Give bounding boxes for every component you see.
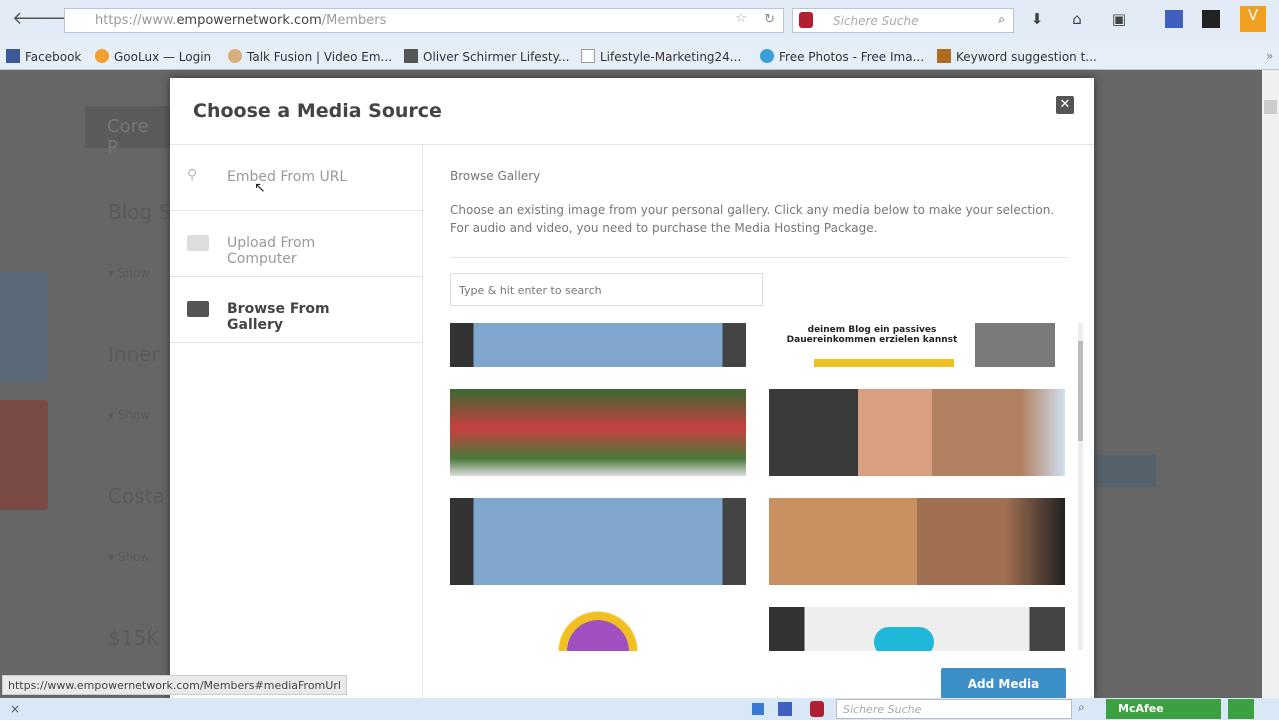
bg-heading: Costa <box>108 484 165 508</box>
url-path: /Members <box>321 13 387 28</box>
search-icon[interactable]: ⌕ <box>998 12 1005 27</box>
section-title: Browse Gallery <box>450 169 541 183</box>
source-label: Upload From Computer <box>227 235 316 267</box>
addon-icon[interactable] <box>1228 699 1254 719</box>
gallery-description: Choose an existing image from your perso… <box>450 201 1068 258</box>
bookmark-keyword[interactable]: Keyword suggestion t... <box>937 49 1097 64</box>
addon-icon[interactable] <box>778 702 792 716</box>
addon-bar: × Sichere Suche ⌕ McAfee <box>0 698 1279 720</box>
talkfusion-icon <box>228 49 242 63</box>
url-domain: empowernetwork.com <box>176 13 322 28</box>
freephotos-icon <box>760 49 774 63</box>
status-url: https://www.empowernetwork.com/Members#m… <box>2 675 347 695</box>
folder-icon <box>187 235 209 251</box>
gallery-image[interactable]: deinem Blog ein passives Dauereinkommen e… <box>769 323 1065 367</box>
search-placeholder: Sichere Suche <box>833 14 919 28</box>
addon-icon[interactable] <box>1202 10 1220 28</box>
bg-toggle: ▾ Show <box>108 408 151 422</box>
search-icon[interactable]: ⌕ <box>1078 700 1085 715</box>
gallery-image[interactable] <box>769 607 1065 651</box>
close-icon[interactable]: ✕ <box>1056 96 1074 114</box>
modal-title: Choose a Media Source <box>170 78 1094 145</box>
bg-button <box>1094 455 1156 487</box>
bookmark-facebook[interactable]: Facebook <box>6 49 81 64</box>
gallery-image[interactable] <box>769 498 1065 585</box>
bookmark-goolux[interactable]: GooLux — Login <box>95 49 211 64</box>
page-icon <box>581 49 595 63</box>
reload-icon[interactable]: ↻ <box>764 12 775 27</box>
bookmark-oliver[interactable]: Oliver Schirmer Lifesty... <box>404 49 569 64</box>
shield-icon <box>799 12 813 28</box>
gallery-image[interactable] <box>769 389 1065 476</box>
star-icon[interactable]: ☆ <box>735 11 747 26</box>
home-icon[interactable]: ⌂ <box>1068 10 1086 28</box>
bg-side-tab <box>0 272 48 382</box>
source-label: Browse From Gallery <box>227 301 330 333</box>
folder-icon <box>187 301 209 317</box>
bg-heading: Blog S <box>108 200 172 224</box>
media-source-modal: Choose a Media Source ✕ ⚲ Embed From URL … <box>170 78 1094 700</box>
addon-icon[interactable] <box>1165 10 1183 28</box>
search-bar[interactable]: Sichere Suche ⌕ <box>792 8 1014 33</box>
image-text: Dauereinkommen erzielen kannst <box>786 335 958 345</box>
source-upload-computer[interactable]: Upload From Computer <box>170 211 422 277</box>
gallery-scrollbar[interactable] <box>1078 323 1083 650</box>
addon-icon[interactable] <box>752 703 764 715</box>
source-embed-url[interactable]: ⚲ Embed From URL <box>170 145 422 211</box>
vivaldi-icon[interactable]: V <box>1240 6 1266 32</box>
gallery-search-input[interactable]: Type & hit enter to search <box>450 273 763 306</box>
bg-heading: Inner <box>108 342 160 366</box>
image-text: deinem Blog ein passives <box>807 325 937 335</box>
bg-heading: $15K <box>108 626 160 650</box>
bg-side-tab <box>0 400 48 510</box>
keyword-icon <box>937 49 951 63</box>
screenshot-icon[interactable]: ▣ <box>1110 10 1128 28</box>
page-scrollbar[interactable] <box>1262 70 1279 698</box>
source-list: ⚲ Embed From URL Upload From Computer Bro… <box>170 145 423 698</box>
gallery-image[interactable] <box>450 607 746 651</box>
link-icon: ⚲ <box>187 167 198 183</box>
bookmark-freephotos[interactable]: Free Photos - Free Ima... <box>760 49 924 64</box>
address-bar[interactable]: https://www.empowernetwork.com/Members ↻… <box>64 8 784 33</box>
addon-search-input[interactable]: Sichere Suche <box>836 699 1072 719</box>
scrollbar-thumb[interactable] <box>1078 341 1083 441</box>
facebook-icon <box>6 49 20 63</box>
photo-icon <box>404 49 418 63</box>
add-media-button[interactable]: Add Media <box>941 668 1066 700</box>
mcafee-badge[interactable]: McAfee <box>1106 699 1221 719</box>
bg-toggle: ▾ Show <box>108 550 151 564</box>
bg-toggle: ▾ Show <box>108 266 151 280</box>
gallery-image[interactable] <box>450 498 746 585</box>
bookmarks-bar: Facebook GooLux — Login Talk Fusion | Vi… <box>0 42 1279 70</box>
goolux-icon <box>95 49 109 63</box>
gallery-image[interactable] <box>450 323 746 367</box>
bg-tab: Core P <box>85 106 175 158</box>
bookmark-talkfusion[interactable]: Talk Fusion | Video Em... <box>228 49 392 64</box>
url-host: https://www. <box>95 13 177 28</box>
source-label: Embed From URL <box>227 169 348 185</box>
mouse-cursor: ↖ <box>254 180 266 196</box>
close-addon-bar[interactable]: × <box>10 702 20 716</box>
browser-toolbar: 🡐 🡒 https://www.empowernetwork.com/Membe… <box>0 0 1279 42</box>
gallery-image[interactable] <box>450 389 746 476</box>
source-browse-gallery[interactable]: Browse From Gallery <box>170 277 422 343</box>
bookmarks-overflow[interactable]: » <box>1266 49 1273 63</box>
download-icon[interactable]: ⬇ <box>1028 10 1046 28</box>
gallery-panel: Browse Gallery Choose an existing image … <box>450 145 1070 258</box>
shield-icon[interactable] <box>810 701 824 717</box>
bookmark-lifestyle[interactable]: Lifestyle-Marketing24... <box>581 49 741 64</box>
